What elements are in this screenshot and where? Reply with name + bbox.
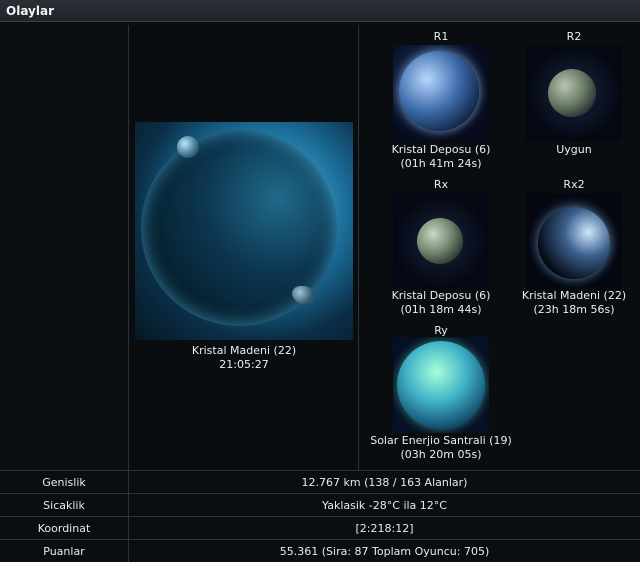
slot-rx-image[interactable] (393, 193, 489, 289)
panel-title: Olaylar (0, 0, 640, 22)
slot-rx-title[interactable]: Kristal Deposu (6) (383, 289, 499, 302)
slot-rx2-id: Rx2 (563, 178, 585, 191)
main-planet-image[interactable] (135, 122, 353, 340)
info-row-temperature: Sicaklik Yaklasik -28°C ila 12°C (0, 493, 640, 516)
info-row-points: Puanlar 55.361 (Sira: 87 Toplam Oyuncu: … (0, 539, 640, 562)
events-panel: Olaylar Kristal Madeni (22) 21:05:27 R1 … (0, 0, 640, 562)
slot-ry-title[interactable]: Solar Enerjio Santrali (19) (363, 434, 519, 447)
info-value: 12.767 km (138 / 163 Alanlar) (301, 475, 468, 489)
main-planet-time: 21:05:27 (219, 358, 269, 371)
moon-icon (177, 136, 199, 158)
info-value: 55.361 (Sira: 87 Toplam Oyuncu: 705) (279, 544, 490, 558)
info-key: Koordinat (0, 517, 129, 539)
slot-ry-image[interactable] (393, 337, 489, 433)
slot-rx-timer: (01h 18m 44s) (400, 303, 482, 316)
planet-icon (548, 69, 596, 117)
slot-ry-timer: (03h 20m 05s) (400, 448, 482, 461)
slot-r1-timer: (01h 41m 24s) (400, 157, 482, 170)
slot-r2-status: Uygun (556, 143, 592, 156)
slot-rx2-image[interactable] (526, 193, 622, 289)
slot-rx2-timer: (23h 18m 56s) (533, 303, 615, 316)
info-row-width: Genislik 12.767 km (138 / 163 Alanlar) (0, 470, 640, 493)
slot-r2-image[interactable] (526, 45, 622, 141)
info-value: [2:218:12] (355, 521, 414, 535)
info-key: Puanlar (0, 540, 129, 562)
slot-r1-id: R1 (433, 30, 449, 43)
slot-rx2-title[interactable]: Kristal Madeni (22) (513, 289, 635, 302)
info-key: Sicaklik (0, 494, 129, 516)
info-row-coordinates: Koordinat [2:218:12] (0, 516, 640, 539)
main-planet-name[interactable]: Kristal Madeni (22) (135, 344, 353, 358)
planet-icon (417, 218, 463, 264)
info-value: Yaklasik -28°C ila 12°C (322, 498, 447, 512)
left-column (0, 25, 129, 470)
slot-ry-id: Ry (434, 324, 448, 337)
slot-r1-image[interactable] (393, 45, 489, 141)
slot-r1-title[interactable]: Kristal Deposu (6) (383, 143, 499, 156)
planet-icon (399, 51, 479, 131)
info-key: Genislik (0, 471, 129, 493)
slot-rx-id: Rx (433, 178, 449, 191)
slot-r2-id: R2 (566, 30, 582, 43)
planet-icon (538, 207, 610, 279)
planet-icon (397, 341, 485, 429)
